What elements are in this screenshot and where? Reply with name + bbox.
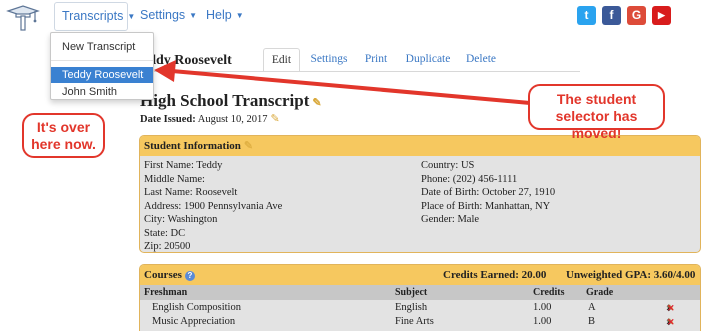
student-information-panel: Student Information ✎ First Name: Teddy M… bbox=[139, 135, 701, 253]
course-subject: Fine Arts bbox=[395, 316, 434, 327]
facebook-icon[interactable]: f bbox=[602, 6, 621, 25]
courses-panel-heading: Courses? Credits Earned: 20.00 Unweighte… bbox=[140, 265, 700, 285]
course-row: English Composition English 1.00 A ⬍ ✎ ✕ bbox=[140, 301, 700, 315]
page-title: High School Transcript ✎ bbox=[140, 91, 322, 111]
year-header-row: Freshman Subject Credits Grade bbox=[140, 285, 700, 300]
help-menu[interactable]: Help ▼ bbox=[206, 0, 244, 32]
pencil-icon[interactable]: ✎ bbox=[312, 96, 321, 109]
course-credits: 1.00 bbox=[533, 316, 552, 327]
info-first-name: First Name: Teddy bbox=[144, 160, 223, 171]
info-date-of-birth: Date of Birth: October 27, 1910 bbox=[421, 187, 556, 198]
course-name: English Composition bbox=[152, 302, 241, 313]
student-item-john-smith[interactable]: John Smith bbox=[51, 84, 153, 100]
course-grade: B bbox=[588, 316, 596, 327]
column-grade: Grade bbox=[586, 287, 614, 298]
tab-settings[interactable]: Settings bbox=[304, 48, 354, 72]
help-icon[interactable]: ? bbox=[184, 271, 195, 281]
student-name-heading: eddy Roosevelt bbox=[142, 53, 232, 68]
info-last-name: Last Name: Roosevelt bbox=[144, 187, 238, 198]
annotation-its-over-here: It's over here now. bbox=[22, 113, 105, 158]
transcripts-dropdown: New Transcript Teddy Roosevelt John Smit… bbox=[50, 32, 154, 100]
tab-delete[interactable]: Delete bbox=[462, 48, 500, 72]
pencil-icon[interactable]: ✎ bbox=[270, 112, 279, 125]
info-middle-name: Middle Name: bbox=[144, 173, 205, 185]
dropdown-divider bbox=[51, 60, 153, 61]
delete-icon[interactable]: ✕ bbox=[667, 301, 675, 315]
column-subject: Subject bbox=[395, 287, 428, 298]
info-address: Address: 1900 Pennsylvania Ave bbox=[144, 200, 283, 212]
pencil-icon[interactable]: ✎ bbox=[244, 136, 253, 156]
tab-duplicate[interactable]: Duplicate bbox=[402, 48, 454, 72]
course-subject: English bbox=[395, 302, 428, 313]
column-credits: Credits bbox=[533, 287, 565, 298]
credits-earned-label: Credits Earned: bbox=[443, 269, 519, 281]
course-credits: 1.00 bbox=[533, 302, 552, 313]
transcript-title: High School Transcript bbox=[140, 91, 310, 110]
courses-heading: Courses bbox=[144, 269, 182, 281]
tab-print[interactable]: Print bbox=[361, 48, 391, 72]
info-country: Country: US bbox=[421, 160, 475, 171]
date-issued: Date Issued: August 10, 2017 ✎ bbox=[140, 112, 280, 125]
help-menu-label: Help bbox=[206, 8, 232, 22]
course-grade: A bbox=[588, 302, 596, 313]
mortarboard-t-icon[interactable] bbox=[6, 4, 40, 32]
transcripts-menu[interactable]: Transcripts ▼ bbox=[54, 2, 135, 31]
twitter-icon[interactable]: t bbox=[577, 6, 596, 25]
date-issued-label: Date Issued: bbox=[140, 114, 196, 125]
gpa-value: 3.60/4.00 bbox=[653, 269, 696, 281]
transcripts-menu-label: Transcripts bbox=[62, 9, 124, 23]
year-label: Freshman bbox=[144, 287, 188, 298]
top-navbar: Transcripts ▼ Settings ▼ Help ▼ t f G ▶ bbox=[0, 0, 720, 32]
info-place-of-birth: Place of Birth: Manhattan, NY bbox=[421, 200, 551, 212]
course-row: Music Appreciation Fine Arts 1.00 B ⬍ ✎ ✕ bbox=[140, 315, 700, 329]
caret-down-icon: ▼ bbox=[189, 11, 198, 20]
student-information-heading: Student Information bbox=[144, 140, 241, 152]
google-icon[interactable]: G bbox=[627, 6, 646, 25]
info-phone: Phone: (202) 456-1111 bbox=[421, 173, 518, 185]
settings-menu-label: Settings bbox=[140, 8, 186, 22]
info-gender: Gender: Male bbox=[421, 214, 480, 225]
caret-down-icon: ▼ bbox=[127, 12, 136, 21]
delete-icon[interactable]: ✕ bbox=[667, 315, 675, 329]
info-state: State: DC bbox=[144, 227, 186, 239]
tab-divider bbox=[140, 71, 580, 72]
course-name: Music Appreciation bbox=[152, 316, 236, 327]
date-issued-value: August 10, 2017 bbox=[197, 114, 268, 125]
courses-panel: Courses? Credits Earned: 20.00 Unweighte… bbox=[139, 264, 701, 331]
youtube-icon[interactable]: ▶ bbox=[652, 6, 671, 25]
info-zip: Zip: 20500 bbox=[144, 241, 191, 252]
credits-earned-value: 20.00 bbox=[521, 269, 547, 281]
gpa-label: Unweighted GPA: bbox=[566, 269, 652, 281]
info-city: City: Washington bbox=[144, 214, 218, 225]
annotation-student-selector-moved: The student selector has moved! bbox=[528, 84, 665, 141]
student-item-teddy-roosevelt[interactable]: Teddy Roosevelt bbox=[51, 67, 153, 83]
unweighted-gpa: Unweighted GPA: 3.60/4.00 bbox=[566, 265, 695, 285]
credits-earned: Credits Earned: 20.00 bbox=[443, 265, 546, 285]
tab-edit[interactable]: Edit bbox=[263, 48, 300, 72]
new-transcript-item[interactable]: New Transcript bbox=[51, 39, 153, 55]
settings-menu[interactable]: Settings ▼ bbox=[140, 0, 197, 32]
caret-down-icon: ▼ bbox=[235, 11, 244, 20]
